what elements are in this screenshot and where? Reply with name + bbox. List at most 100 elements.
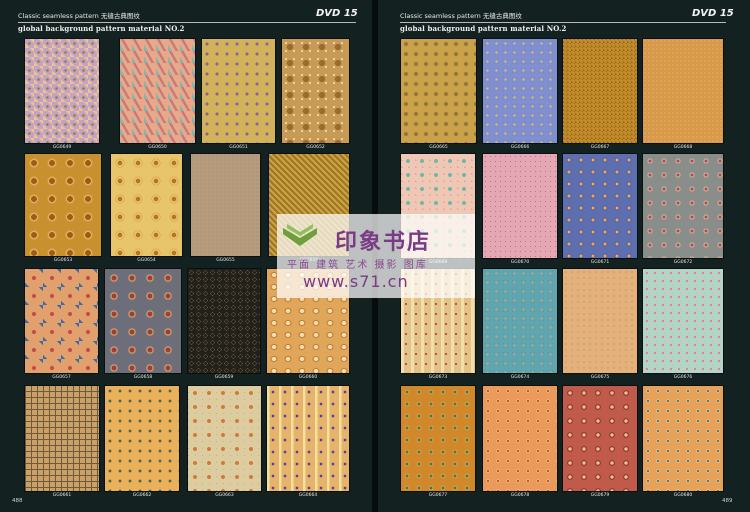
right-pattern-tile (562, 153, 638, 259)
right-pattern-tile (562, 385, 638, 492)
watermark-brand: 印象书店 (335, 230, 432, 255)
pattern-swatch (401, 39, 476, 143)
pattern-code: GG0654 (137, 258, 156, 263)
right-pattern-tile (482, 385, 558, 492)
pattern-code: GG0662 (132, 493, 152, 498)
pattern-swatch (643, 269, 723, 373)
right-pattern-tile (400, 38, 477, 144)
left-series-title: Classic seamless pattern 无缝古典图纹 (18, 12, 140, 20)
watermark-url: www.s71.cn (303, 272, 409, 291)
right-pattern-tile (482, 38, 558, 144)
pattern-swatch (188, 269, 260, 373)
pattern-swatch (111, 154, 182, 256)
right-subtitle: global background pattern material NO.2 (400, 24, 567, 33)
pattern-code: GG0668 (673, 145, 693, 150)
pattern-swatch (267, 386, 349, 491)
right-pattern-tile (642, 38, 724, 144)
left-pattern-tile (24, 153, 102, 257)
left-pattern-tile (201, 38, 276, 144)
left-dvd-label: DVD 15 (316, 8, 358, 19)
right-pattern-tile (562, 38, 638, 144)
pattern-code: GG0679 (590, 493, 610, 498)
right-header-rule (400, 22, 726, 23)
pattern-swatch (483, 154, 557, 258)
pattern-code: GG0655 (216, 258, 235, 263)
left-pattern-tile (281, 38, 350, 144)
left-pattern-tile (110, 153, 183, 257)
pattern-code: GG0680 (673, 493, 693, 498)
left-pattern-tile (104, 385, 180, 492)
pattern-swatch (191, 154, 260, 256)
right-pattern-tile (562, 268, 638, 374)
left-pattern-tile (119, 38, 196, 144)
pattern-code: GG0660 (298, 375, 318, 380)
pattern-code: GG0674 (510, 375, 530, 380)
pattern-swatch (25, 154, 101, 256)
pattern-swatch (25, 269, 98, 373)
right-pattern-tile (642, 268, 724, 374)
pattern-swatch (282, 39, 349, 143)
left-pattern-tile (24, 268, 99, 374)
pattern-swatch (483, 269, 557, 373)
watermark-tagline: 平面 建筑 艺术 摄影 图库 (287, 260, 428, 271)
left-pattern-tile (190, 153, 261, 257)
pattern-swatch (483, 386, 557, 491)
dvd-number: 15 (719, 8, 734, 19)
left-pattern-tile (24, 38, 100, 144)
pattern-code: GG0664 (298, 493, 318, 498)
right-pattern-tile (482, 268, 558, 374)
left-page-number: 488 (12, 498, 23, 504)
pattern-swatch (643, 154, 723, 258)
pattern-swatch (188, 386, 261, 491)
left-pattern-tile (266, 385, 350, 492)
pattern-code: GG0673 (428, 375, 448, 380)
left-pattern-tile (24, 385, 100, 492)
pattern-swatch (643, 39, 723, 143)
pattern-code: GG0678 (510, 493, 530, 498)
pattern-code: GG0663 (215, 493, 234, 498)
pattern-code: GG0672 (673, 260, 693, 265)
pattern-code: GG0675 (590, 375, 610, 380)
left-pattern-tile (187, 268, 261, 374)
pattern-swatch (563, 269, 637, 373)
pattern-code: GG0652 (306, 145, 325, 150)
dvd-label-text: DVD (692, 8, 717, 19)
book-logo-icon (283, 224, 317, 246)
watermark: 印象书店 平面 建筑 艺术 摄影 图库 www.s71.cn (277, 214, 475, 298)
pattern-code: GG0651 (229, 145, 248, 150)
pattern-swatch (563, 386, 637, 491)
pattern-code: GG0649 (52, 145, 72, 150)
right-pattern-tile (400, 385, 476, 492)
pattern-code: GG0676 (673, 375, 693, 380)
pattern-code: GG0658 (133, 375, 153, 380)
pattern-swatch (483, 39, 557, 143)
right-pattern-tile (482, 153, 558, 259)
pattern-swatch (401, 386, 475, 491)
pattern-code: GG0667 (590, 145, 610, 150)
pattern-code: GG0665 (429, 145, 448, 150)
pattern-swatch (120, 39, 195, 143)
right-dvd-label: DVD 15 (692, 8, 734, 19)
pattern-code: GG0677 (428, 493, 448, 498)
pattern-swatch (105, 269, 181, 373)
right-pattern-tile (642, 153, 724, 259)
pattern-code: GG0670 (510, 260, 530, 265)
pattern-code: GG0650 (148, 145, 167, 150)
pattern-swatch (25, 386, 99, 491)
dvd-label-text: DVD (316, 8, 341, 19)
pattern-code: GG0661 (52, 493, 72, 498)
pattern-swatch (25, 39, 99, 143)
pattern-swatch (202, 39, 275, 143)
right-series-title: Classic seamless pattern 无缝古典图纹 (400, 12, 522, 20)
left-pattern-tile (104, 268, 182, 374)
right-page-number: 489 (722, 498, 733, 504)
pattern-swatch (643, 386, 723, 491)
pattern-code: GG0671 (590, 260, 610, 265)
pattern-code: GG0657 (52, 375, 71, 380)
dvd-number: 15 (343, 8, 358, 19)
pattern-code: GG0653 (53, 258, 73, 263)
left-pattern-tile (187, 385, 262, 492)
pattern-swatch (563, 39, 637, 143)
pattern-code: GG0666 (510, 145, 530, 150)
left-subtitle: global background pattern material NO.2 (18, 24, 185, 33)
